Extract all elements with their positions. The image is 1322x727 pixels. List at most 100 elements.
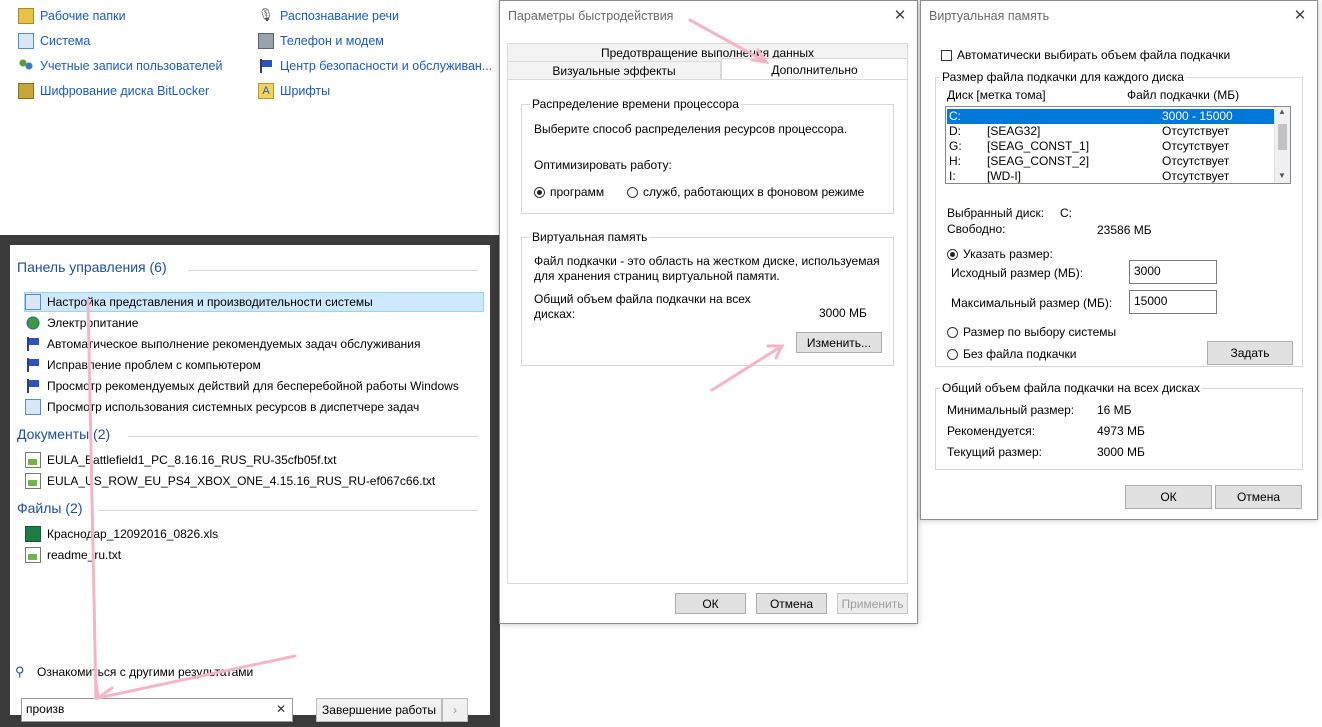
tab-label: Дополнительно xyxy=(771,62,858,77)
drive-size: Отсутствует xyxy=(1162,154,1230,168)
shutdown-options-chevron-icon[interactable]: › xyxy=(442,698,468,722)
close-icon[interactable]: ✕ xyxy=(889,5,911,25)
drive-row-d[interactable]: D: [SEAG32] Отсутствует xyxy=(947,124,1284,139)
section-divider xyxy=(188,270,478,271)
cp-item-user-accounts[interactable]: Учетные записи пользователей xyxy=(18,58,223,74)
search-input[interactable]: произв ✕ xyxy=(21,698,293,722)
result-item-performance-settings[interactable]: Настройка представления и производительн… xyxy=(24,292,484,312)
result-item-document[interactable]: EULA_US_ROW_EU_PS4_XBOX_ONE_4.15.16_RUS_… xyxy=(25,471,435,491)
radio-indicator xyxy=(534,187,545,199)
window-title: Виртуальная память xyxy=(929,9,1050,23)
ok-button[interactable]: ОК xyxy=(675,593,746,614)
drive-letter: C: xyxy=(949,109,961,123)
cp-item-label: Система xyxy=(40,34,91,48)
column-header-size: Файл подкачки (МБ) xyxy=(1127,88,1240,102)
close-icon[interactable]: ✕ xyxy=(1289,5,1311,25)
result-item-document[interactable]: EULA_Battlefield1_PC_8.16.16_RUS_RU-35cf… xyxy=(25,450,337,470)
performance-options-window: Параметры быстродействия ✕ Предотвращение… xyxy=(499,0,918,624)
drive-row-h[interactable]: H: [SEAG_CONST_2] Отсутствует xyxy=(947,154,1284,169)
vm-ok-button[interactable]: ОК xyxy=(1125,485,1212,509)
users-icon xyxy=(18,58,34,74)
shutdown-label: Завершение работы xyxy=(322,703,436,717)
window-titlebar: Виртуальная память ✕ xyxy=(921,1,1317,31)
result-item-file[interactable]: Краснодар_12092016_0826.xls xyxy=(25,524,218,544)
result-item-recommended-actions[interactable]: Просмотр рекомендуемых действий для бесп… xyxy=(25,376,459,396)
result-label: Просмотр использования системных ресурсо… xyxy=(47,400,420,414)
scroll-up-icon[interactable]: ▲ xyxy=(1278,107,1286,116)
tab-label: Визуальные эффекты xyxy=(552,63,676,78)
group-title: Распределение времени процессора xyxy=(530,97,741,111)
initial-size-label: Исходный размер (МБ): xyxy=(951,266,1084,280)
radio-background-services[interactable]: служб, работающих в фоновом режиме xyxy=(627,185,864,199)
cp-item-security-center[interactable]: Центр безопасности и обслуживан... xyxy=(258,58,492,74)
clear-icon[interactable]: ✕ xyxy=(276,702,286,716)
radio-no-paging-file[interactable]: Без файла подкачки xyxy=(947,347,1076,361)
flag-icon xyxy=(25,336,41,352)
radio-programs[interactable]: программ xyxy=(534,185,604,199)
drive-row-i[interactable]: I: [WD-I] Отсутствует xyxy=(947,169,1284,183)
recommended-label: Рекомендуется: xyxy=(947,424,1036,438)
selected-disk-label: Выбранный диск: xyxy=(947,206,1045,220)
microphone-icon: 🎙 xyxy=(258,8,274,22)
monitor-icon xyxy=(18,33,34,49)
drive-letter: G: xyxy=(949,139,962,153)
drive-size: Отсутствует xyxy=(1162,139,1230,153)
more-results-label: Ознакомиться с другими результатами xyxy=(37,665,254,679)
scroll-down-icon[interactable]: ▼ xyxy=(1278,171,1286,180)
cancel-button[interactable]: Отмена xyxy=(756,593,827,614)
apply-button[interactable]: Применить xyxy=(837,593,908,614)
phone-modem-icon xyxy=(258,33,274,49)
start-menu-results: Панель управления (6) Настройка представ… xyxy=(10,245,490,722)
drive-row-g[interactable]: G: [SEAG_CONST_1] Отсутствует xyxy=(947,139,1284,154)
result-item-power[interactable]: Электропитание xyxy=(25,313,138,333)
radio-indicator xyxy=(947,349,958,361)
radio-system-managed[interactable]: Размер по выбору системы xyxy=(947,325,1116,339)
drive-list[interactable]: C: 3000 - 15000 D: [SEAG32] Отсутствует G: [… xyxy=(945,106,1291,184)
result-item-file[interactable]: readme_ru.txt xyxy=(25,545,121,565)
tab-visual-effects[interactable]: Визуальные эффекты xyxy=(507,61,721,80)
initial-size-field[interactable]: 3000 xyxy=(1129,260,1217,284)
auto-manage-checkbox[interactable]: Автоматически выбирать объем файла подка… xyxy=(941,48,1230,62)
free-space-label: Свободно: xyxy=(947,222,1006,236)
vm-total-label-line1: Общий объем файла подкачки на всех xyxy=(534,292,751,306)
cp-item-fonts[interactable]: A Шрифты xyxy=(258,83,330,99)
fonts-icon: A xyxy=(258,83,274,99)
radio-indicator xyxy=(947,327,958,339)
shutdown-button[interactable]: Завершение работы xyxy=(316,698,442,722)
cp-item-label: Учетные записи пользователей xyxy=(40,59,223,73)
result-item-auto-maintenance[interactable]: Автоматическое выполнение рекомендуемых … xyxy=(25,334,420,354)
result-item-troubleshoot[interactable]: Исправление проблем с компьютером xyxy=(25,355,261,375)
more-results-link[interactable]: ⚲ Ознакомиться с другими результатами xyxy=(15,662,253,682)
vm-total-value: 3000 МБ xyxy=(819,306,867,320)
cp-item-phone-modem[interactable]: Телефон и модем xyxy=(258,33,384,49)
result-item-task-manager[interactable]: Просмотр использования системных ресурсо… xyxy=(25,397,419,417)
drive-row-c[interactable]: C: 3000 - 15000 xyxy=(947,109,1284,124)
max-size-value: 15000 xyxy=(1134,294,1168,308)
cp-item-label: Рабочие папки xyxy=(40,9,126,23)
set-button[interactable]: Задать xyxy=(1207,341,1293,365)
group-title: Размер файла подкачки для каждого диска xyxy=(940,70,1186,84)
cp-item-speech[interactable]: 🎙 Распознавание речи xyxy=(258,8,399,24)
text-file-icon xyxy=(25,473,41,489)
tab-advanced[interactable]: Дополнительно xyxy=(721,58,908,80)
radio-custom-size[interactable]: Указать размер: xyxy=(947,247,1053,261)
drive-letter: D: xyxy=(949,124,961,138)
cp-item-label: Центр безопасности и обслуживан... xyxy=(280,59,493,73)
radio-indicator xyxy=(627,187,638,199)
radio-indicator xyxy=(947,249,958,261)
cp-item-bitlocker[interactable]: Шифрование диска BitLocker xyxy=(18,83,209,99)
current-size-label: Текущий размер: xyxy=(947,445,1042,459)
drive-label: [WD-I] xyxy=(987,169,1021,183)
button-label: Применить xyxy=(841,596,904,611)
max-size-field[interactable]: 15000 xyxy=(1129,290,1217,314)
window-titlebar: Параметры быстродействия ✕ xyxy=(500,1,917,31)
cp-item-system[interactable]: Система xyxy=(18,33,90,49)
vm-cancel-button[interactable]: Отмена xyxy=(1215,485,1302,509)
scrollbar[interactable]: ▲ ▼ xyxy=(1274,107,1290,183)
result-label: EULA_Battlefield1_PC_8.16.16_RUS_RU-35cf… xyxy=(47,453,337,467)
change-button[interactable]: Изменить... xyxy=(796,332,882,353)
scroll-thumb[interactable] xyxy=(1278,124,1287,150)
drive-label: [SEAG32] xyxy=(987,124,1041,138)
cp-item-work-folders[interactable]: Рабочие папки xyxy=(18,8,126,24)
vm-description-line1: Файл подкачки - это область на жестком д… xyxy=(534,254,880,268)
